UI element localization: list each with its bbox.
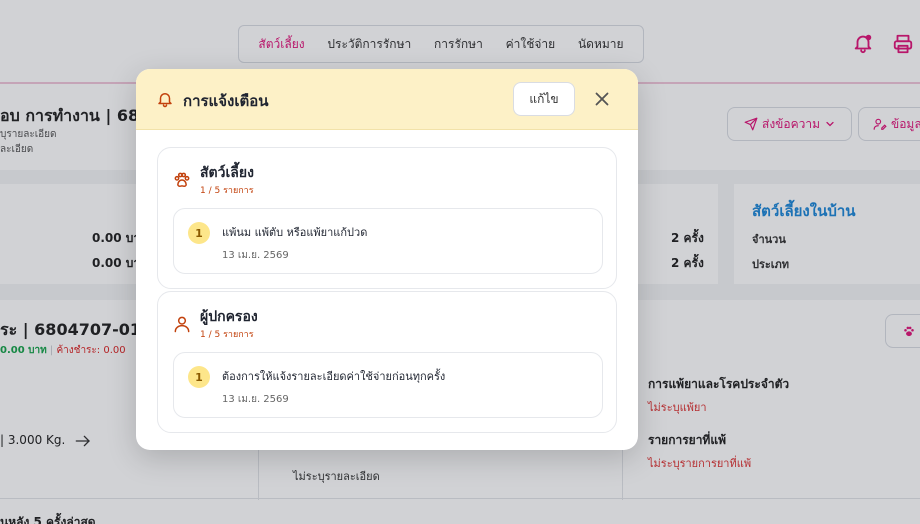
- close-button[interactable]: [591, 88, 613, 110]
- item-date: 13 เม.ย. 2569: [222, 394, 289, 405]
- group-title: ผู้ปกครอง: [200, 309, 258, 325]
- close-icon: [595, 92, 609, 106]
- group-count: 1 / 5 รายการ: [200, 186, 254, 196]
- notification-group-owner: ผู้ปกครอง 1 / 5 รายการ 1 ต้องการให้แจ้งร…: [157, 291, 617, 433]
- notification-item[interactable]: 1 ต้องการให้แจ้งรายละเอียดค่าใช้จ่ายก่อน…: [173, 352, 603, 418]
- modal-title: การแจ้งเตือน: [183, 92, 269, 110]
- bell-icon: [158, 93, 172, 108]
- group-count: 1 / 5 รายการ: [200, 330, 254, 340]
- group-title: สัตว์เลี้ยง: [200, 165, 254, 181]
- item-date: 13 เม.ย. 2569: [222, 250, 289, 261]
- item-number-badge: 1: [188, 366, 210, 388]
- item-number-badge: 1: [188, 222, 210, 244]
- modal-header: การแจ้งเตือน แก้ไข: [136, 69, 638, 130]
- item-text: ต้องการให้แจ้งรายละเอียดค่าใช้จ่ายก่อนทุ…: [222, 370, 446, 383]
- user-icon: [174, 316, 190, 333]
- paw-icon: [174, 172, 190, 188]
- item-text: แพ้นม แพ้ตับ หรือแพ้ยาแก้ปวด: [222, 226, 368, 239]
- notification-item[interactable]: 1 แพ้นม แพ้ตับ หรือแพ้ยาแก้ปวด 13 เม.ย. …: [173, 208, 603, 274]
- notification-modal: การแจ้งเตือน แก้ไข สัตว์เลี้ยง 1 / 5 ราย…: [136, 69, 638, 450]
- notification-group-pet: สัตว์เลี้ยง 1 / 5 รายการ 1 แพ้นม แพ้ตับ …: [157, 147, 617, 289]
- edit-button[interactable]: แก้ไข: [513, 82, 575, 116]
